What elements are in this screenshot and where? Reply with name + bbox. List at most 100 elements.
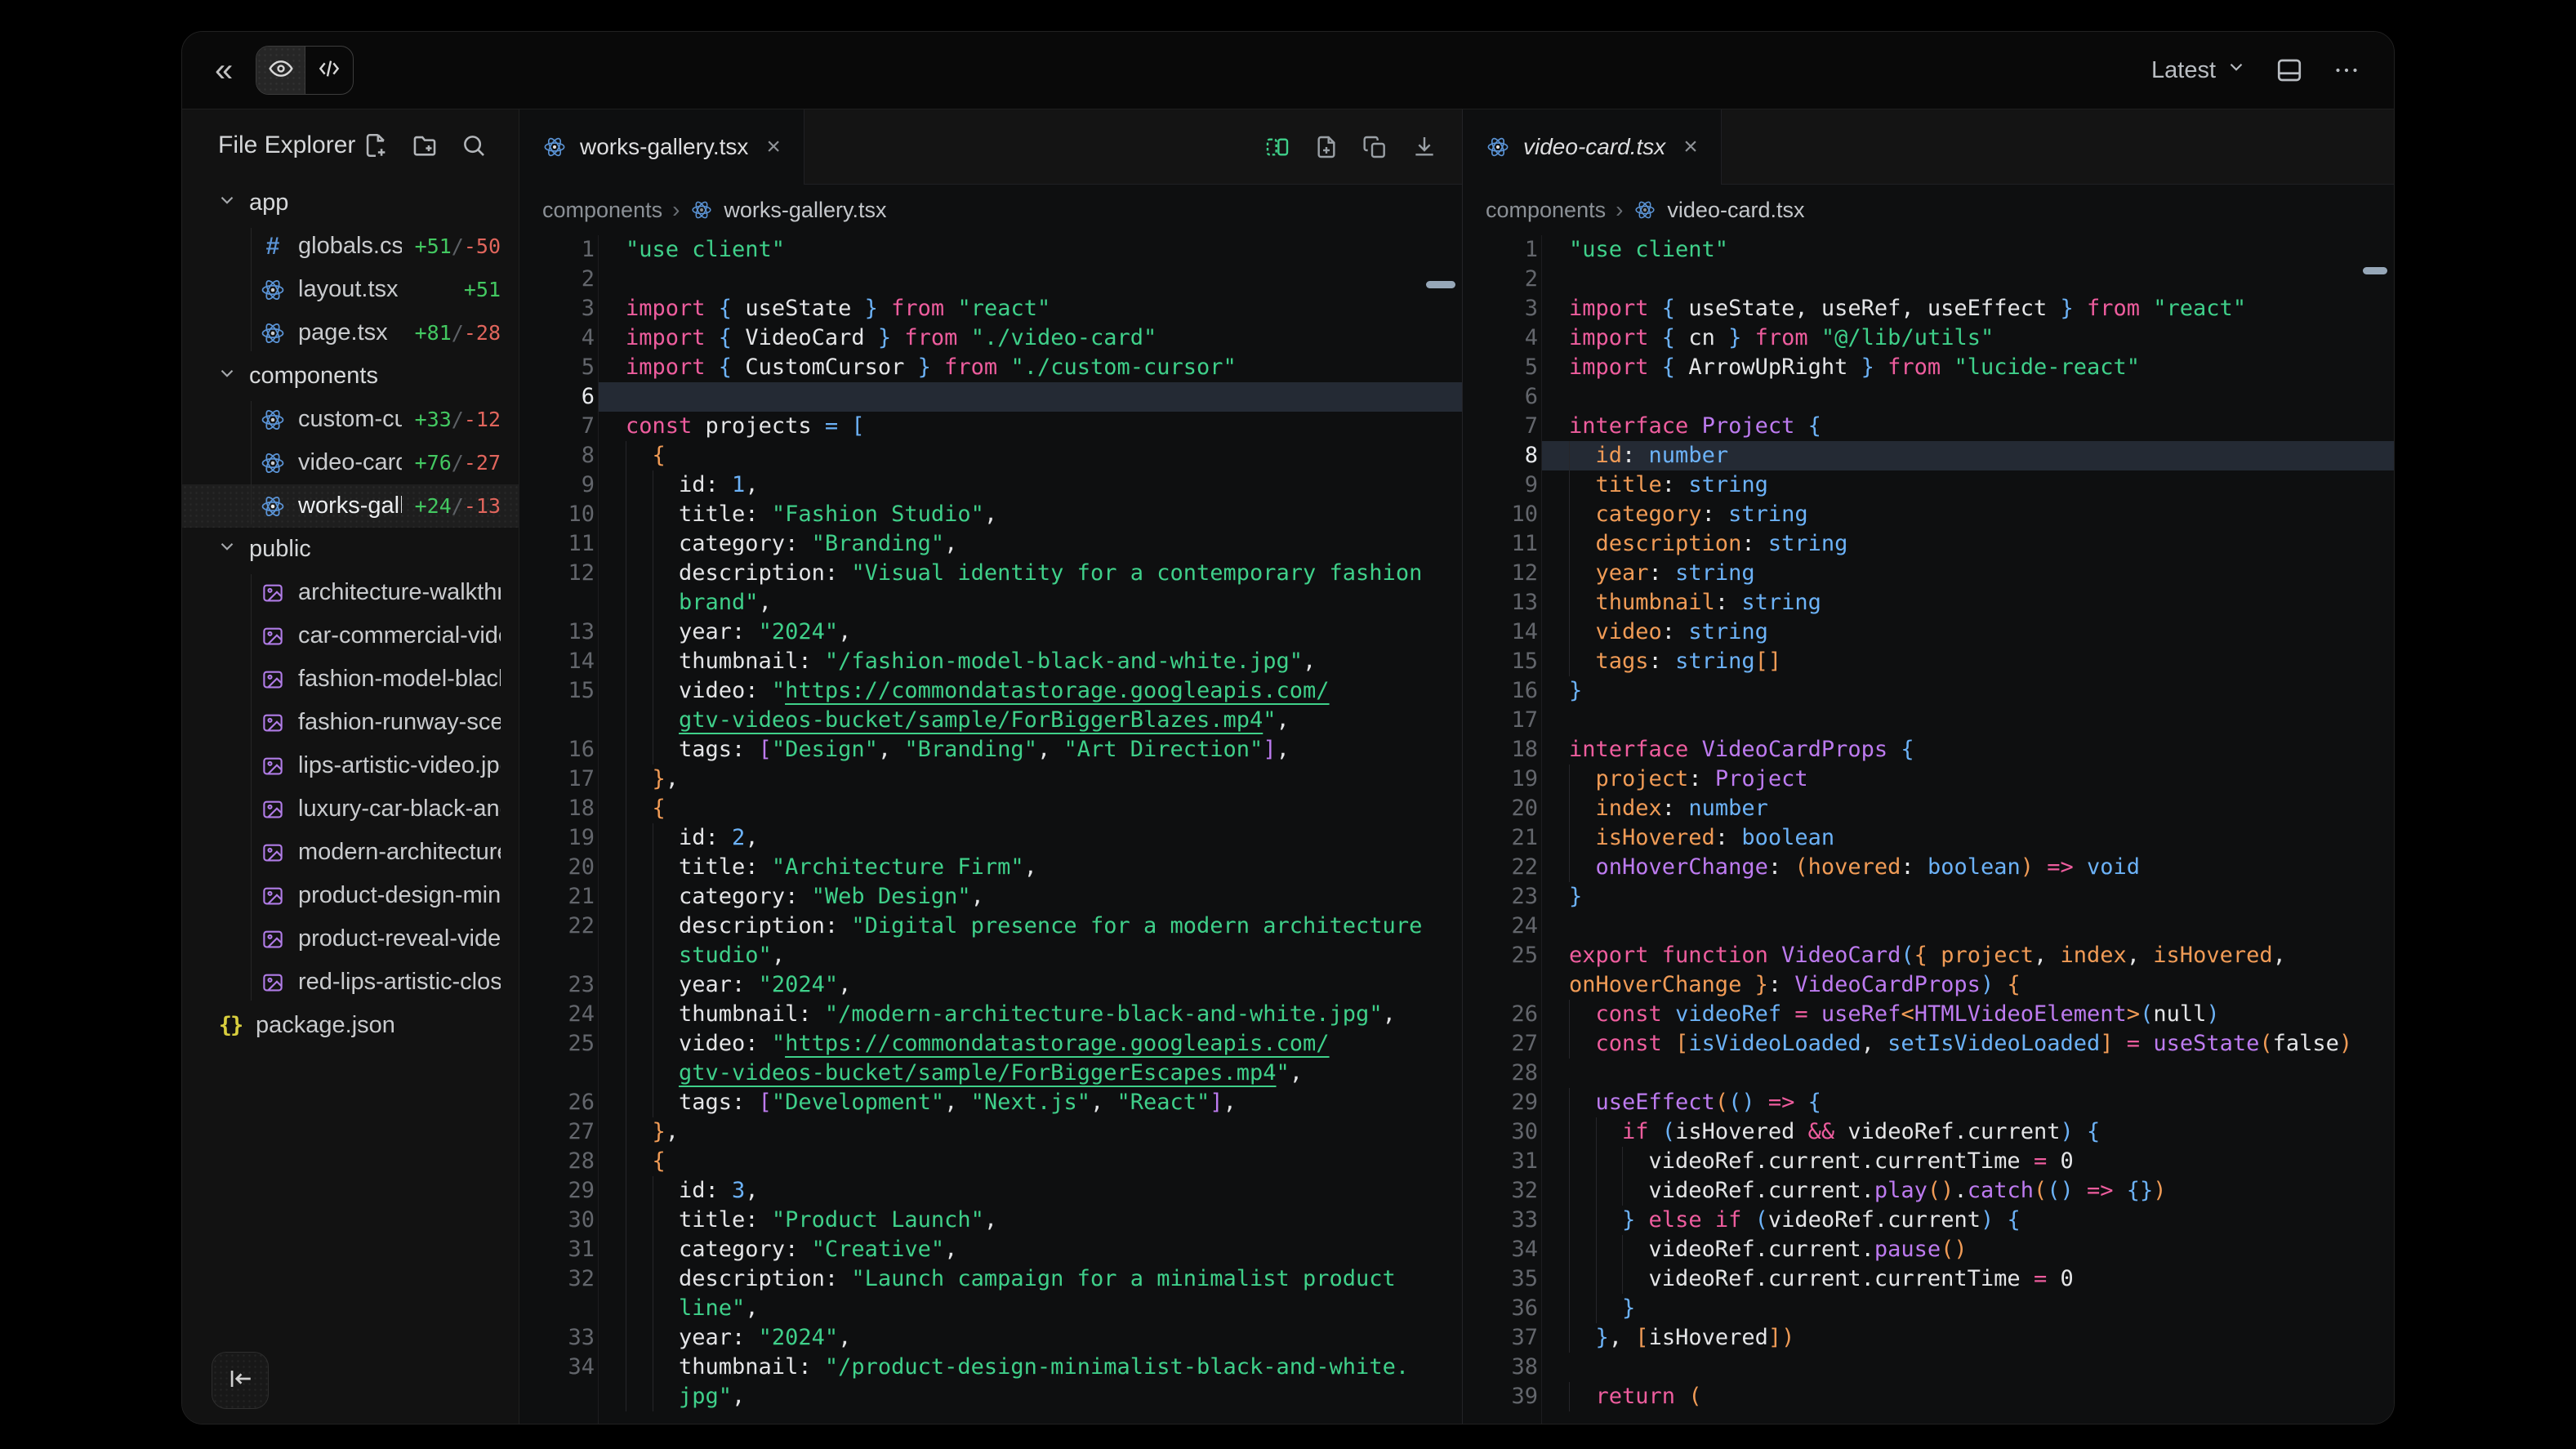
panel-bottom-button[interactable] — [2275, 56, 2304, 85]
code-row: 10 category: string — [1463, 500, 2394, 529]
sidebar-file-fashion-model-black-[interactable]: fashion-model-black-… — [182, 658, 519, 701]
line-number: 16 — [519, 735, 595, 765]
sidebar-folder-components[interactable]: components — [182, 354, 519, 398]
search-icon[interactable] — [460, 132, 488, 159]
indent-guide — [1569, 823, 1570, 853]
split-view-icon[interactable] — [1264, 134, 1290, 160]
file-label: custom-curs… — [298, 406, 402, 433]
top-bar: « Latest — [182, 32, 2394, 109]
code-row: 23} — [1463, 882, 2394, 912]
sidebar-file-car-commercial-video[interactable]: car-commercial-video… — [182, 614, 519, 658]
collapse-sidebar-button[interactable] — [212, 1352, 269, 1409]
line-number: 35 — [1463, 1264, 1538, 1294]
sidebar-file-fashion-runway-scen[interactable]: fashion-runway-scen… — [182, 701, 519, 744]
code-row: 7 const projects = [ — [519, 412, 1462, 441]
code-line-text: id: 2, — [626, 823, 759, 853]
sidebar-file-modern-architecture-[interactable]: modern-architecture-… — [182, 831, 519, 874]
breadcrumb-file[interactable]: video-card.tsx — [1667, 198, 1804, 223]
image-file-icon — [261, 667, 285, 692]
collapse-panel-button[interactable]: « — [215, 54, 233, 87]
scrollbar-thumb[interactable] — [1426, 281, 1455, 288]
code-editor-works-gallery[interactable]: 1"use client"23import { useState } from … — [519, 235, 1462, 1424]
line-number: 28 — [1463, 1059, 1538, 1088]
sidebar-file-globals.css[interactable]: #globals.css+51/-50 — [182, 225, 519, 268]
tab-video-card[interactable]: video-card.tsx × — [1463, 109, 1722, 185]
new-file-icon[interactable] — [362, 132, 390, 159]
indent-guide — [1622, 1147, 1623, 1176]
code-row: 21 isHovered: boolean — [1463, 823, 2394, 853]
code-line-text: videoRef.current.currentTime = 0 — [1569, 1147, 2074, 1176]
copy-icon[interactable] — [1362, 134, 1388, 160]
code-toggle-button[interactable] — [305, 47, 353, 94]
code-line-text: thumbnail: "/product-design-minimalist-b… — [626, 1353, 1409, 1382]
line-number: 34 — [1463, 1235, 1538, 1264]
sidebar-file-page.tsx[interactable]: page.tsx +81/-28 — [182, 311, 519, 354]
code-row: 29 id: 3, — [519, 1176, 1462, 1206]
line-number: 12 — [1463, 559, 1538, 588]
file-label: page.tsx — [298, 319, 388, 346]
breadcrumb-file[interactable]: works-gallery.tsx — [724, 198, 886, 223]
code-row: 16} — [1463, 676, 2394, 706]
sidebar-file-product-reveal-video.j[interactable]: product-reveal-video.j… — [182, 917, 519, 961]
file-plus-icon[interactable] — [1313, 134, 1339, 160]
code-row: 20 index: number — [1463, 794, 2394, 823]
close-icon[interactable]: × — [766, 133, 781, 161]
sidebar-file-video-card.tsx[interactable]: video-card.tsx+76/-27 — [182, 441, 519, 484]
code-editor-video-card[interactable]: 1"use client"23import { useState, useRef… — [1463, 235, 2394, 1424]
sidebar-file-custom-curs[interactable]: custom-curs…+33/-12 — [182, 398, 519, 441]
code-line-text: title: "Fashion Studio", — [626, 500, 997, 529]
sidebar-file-product-design-minim[interactable]: product-design-minim… — [182, 874, 519, 917]
line-number: 7 — [519, 412, 595, 441]
line-number: 8 — [1463, 441, 1538, 470]
code-line-text: title: string — [1569, 470, 1768, 500]
code-row: 9 id: 1, — [519, 470, 1462, 500]
file-label: package.json — [256, 1012, 395, 1039]
sidebar-file-lips-artistic-video.jpg[interactable]: lips-artistic-video.jpg — [182, 744, 519, 787]
scrollbar-thumb[interactable] — [2363, 267, 2387, 274]
code-row: 32 description: "Launch campaign for a m… — [519, 1264, 1462, 1294]
sidebar-file-red-lips-artistic-close[interactable]: red-lips-artistic-close… — [182, 961, 519, 1004]
code-row: 1"use client" — [519, 235, 1462, 265]
tab-works-gallery[interactable]: works-gallery.tsx × — [519, 109, 804, 185]
tab-label: video-card.tsx — [1523, 134, 1665, 160]
code-row: 24 thumbnail: "/modern-architecture-blac… — [519, 1000, 1462, 1029]
download-icon[interactable] — [1411, 134, 1437, 160]
code-row: 27 const [isVideoLoaded, setIsVideoLoade… — [1463, 1029, 2394, 1059]
sidebar-file-works-galler[interactable]: works-galler…+24/-13 — [182, 484, 519, 528]
line-number: 2 — [1463, 265, 1538, 294]
line-number: 16 — [1463, 676, 1538, 706]
indent-guide — [1596, 1176, 1597, 1206]
code-row: 17 — [1463, 706, 2394, 735]
sidebar-folder-app[interactable]: app — [182, 181, 519, 225]
code-row: 18 { — [519, 794, 1462, 823]
code-row: 15 video: "https://commondatastorage.goo… — [519, 676, 1462, 706]
react-file-icon — [689, 198, 714, 222]
line-number: 7 — [1463, 412, 1538, 441]
folder-children: custom-curs…+33/-12video-card.tsx+76/-27… — [182, 398, 519, 528]
breadcrumb-folder[interactable]: components — [1486, 198, 1606, 223]
indent-guide — [1622, 1176, 1623, 1206]
more-options-button[interactable] — [2332, 56, 2361, 85]
code-row: 13 thumbnail: string — [1463, 588, 2394, 617]
breadcrumb-folder[interactable]: components — [542, 198, 662, 223]
code-row: 14 video: string — [1463, 617, 2394, 647]
preview-toggle-button[interactable] — [256, 47, 305, 94]
close-icon[interactable]: × — [1683, 133, 1698, 161]
sidebar-file-layout.tsx[interactable]: layout.tsx+51 — [182, 268, 519, 311]
editor-pane-works-gallery: works-gallery.tsx × — [519, 109, 1463, 1424]
line-number: 25 — [519, 1029, 595, 1059]
new-folder-icon[interactable] — [411, 132, 439, 159]
sidebar-file-luxury-car-black-and-[interactable]: luxury-car-black-and-… — [182, 787, 519, 831]
code-line-text: import { useState } from "react" — [626, 294, 1050, 323]
indent-guide — [1569, 1176, 1570, 1206]
diff-stats: +81/-28 — [415, 321, 501, 345]
sidebar-file-architecture-walkthro[interactable]: architecture-walkthro… — [182, 571, 519, 614]
version-dropdown[interactable]: Latest — [2151, 56, 2247, 84]
code-line-text: isHovered: boolean — [1569, 823, 1834, 853]
code-line-text: const projects = [ — [626, 412, 865, 441]
line-number: 22 — [1463, 853, 1538, 882]
code-row: 31 videoRef.current.currentTime = 0 — [1463, 1147, 2394, 1176]
sidebar-folder-public[interactable]: public — [182, 528, 519, 571]
code-line-text: onHoverChange }: VideoCardProps) { — [1569, 970, 2021, 1000]
sidebar-file-package.json[interactable]: {}package.json — [182, 1004, 519, 1047]
